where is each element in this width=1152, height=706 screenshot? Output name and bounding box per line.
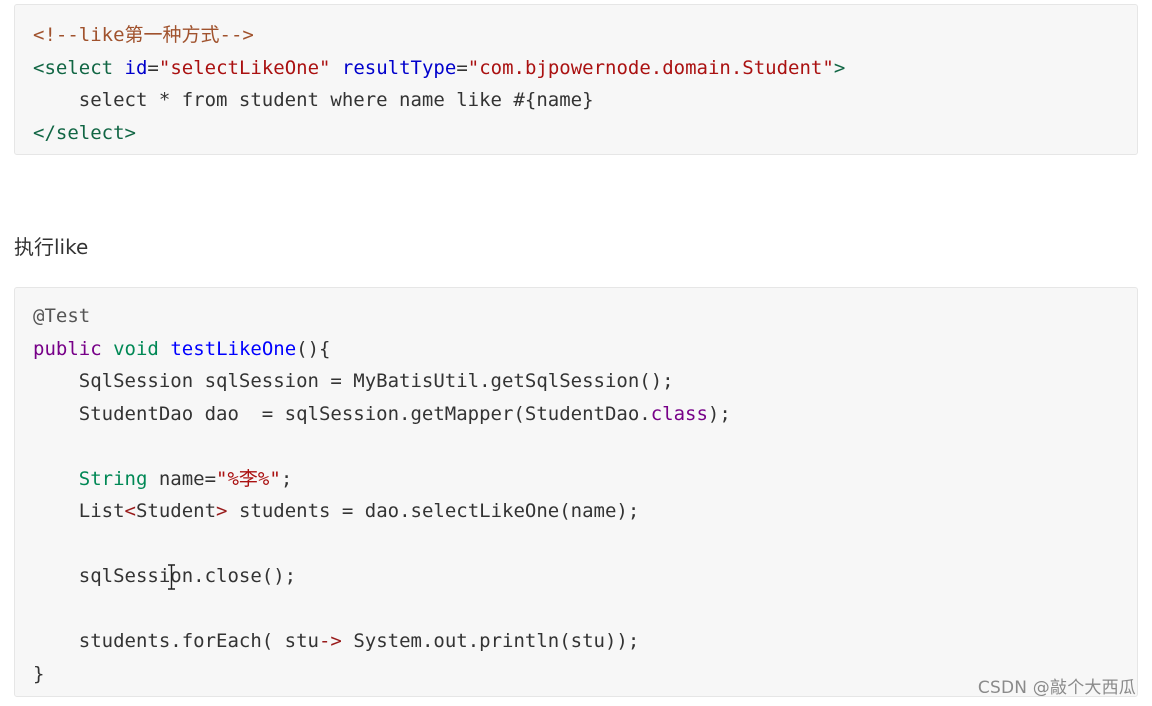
code-token: < [124, 500, 136, 522]
code-line: List<Student> students = dao.selectLikeO… [33, 495, 1137, 528]
code-line: students.forEach( stu-> System.out.print… [33, 625, 1137, 658]
code-line: StudentDao dao = sqlSession.getMapper(St… [33, 398, 1137, 431]
code-token: "%李%" [216, 467, 281, 490]
code-token: ; [280, 467, 293, 490]
code-token: public [33, 337, 102, 360]
code-token: String [78, 467, 148, 490]
code-token: } [33, 662, 45, 685]
watermark-text: CSDN @敲个大西瓜 [977, 678, 1136, 698]
code-token: <!--like第一种方式--> [33, 24, 254, 46]
code-token: List [33, 500, 125, 522]
code-line: <!--like第一种方式--> [33, 19, 1137, 52]
code-token: sqlSession.close(); [33, 565, 297, 587]
code-token: StudentDao dao = sqlSession.getMapper(St… [33, 402, 651, 425]
code-token: name= [147, 467, 217, 490]
code-token: = [456, 56, 468, 79]
code-token: ); [707, 402, 731, 425]
code-block-mapper-xml: <!--like第一种方式--> <select id="selectLikeOn… [14, 4, 1138, 155]
code-line: sqlSession.close(); [33, 560, 1137, 593]
code-token: students = dao.selectLikeOne(name); [227, 500, 640, 522]
code-token: -> [318, 630, 342, 652]
code-block-java-test: @Test public void testLikeOne(){ SqlSessi… [14, 287, 1138, 697]
code-token: "com.bjpowernode.domain.Student" [467, 56, 834, 79]
code-line: <select id="selectLikeOne" resultType="c… [33, 52, 1137, 85]
text-cursor-icon [168, 564, 175, 590]
code-token: class [650, 402, 708, 425]
code-token: <select [33, 56, 114, 79]
code-token: SqlSession sqlSession = MyBatisUtil.getS… [33, 370, 674, 392]
code-token: Student [135, 500, 217, 522]
code-token: "selectLikeOne" [158, 56, 331, 79]
code-line: select * from student where name like #{… [33, 84, 1137, 117]
code-token: = [147, 56, 159, 79]
section-heading: 执行like [14, 235, 89, 259]
code-token: (){ [296, 337, 331, 360]
code-line: String name="%李%"; [33, 463, 1137, 496]
code-token: void [113, 337, 159, 360]
code-token: select * from student where name like #{… [33, 89, 594, 111]
code-line: </select> [33, 117, 1137, 150]
code-line: public void testLikeOne(){ [33, 333, 1137, 366]
code-token: > [833, 56, 846, 79]
code-token: students.forEach( stu [33, 630, 319, 652]
code-line: @Test [33, 300, 1137, 333]
code-token: testLikeOne [170, 337, 297, 360]
code-token: </select> [33, 121, 136, 144]
code-token: id [124, 56, 148, 79]
code-token: resultType [341, 56, 457, 79]
code-line: } [33, 658, 1137, 691]
code-line: SqlSession sqlSession = MyBatisUtil.getS… [33, 365, 1137, 398]
code-token: System.out.println(stu)); [341, 630, 640, 652]
code-token: @Test [33, 305, 91, 327]
code-token: > [216, 500, 228, 522]
